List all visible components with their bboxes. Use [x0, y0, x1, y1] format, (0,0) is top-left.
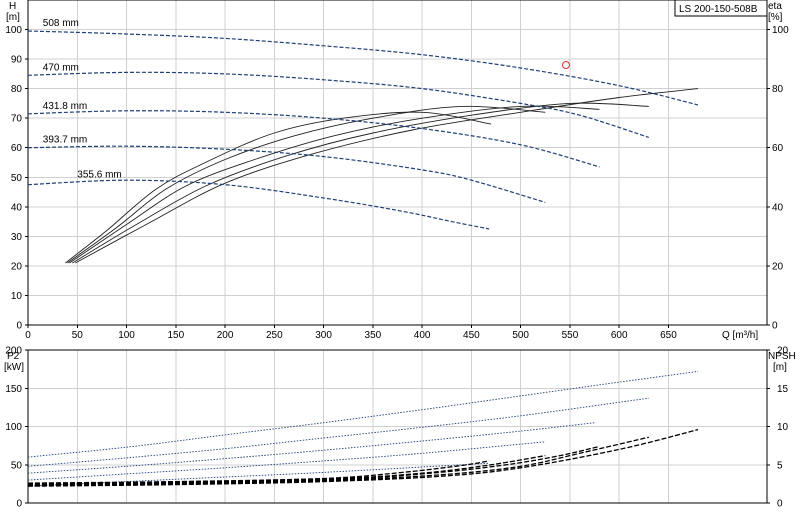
eta-tick-label: 0: [772, 321, 778, 332]
npsh-tick-label: 5: [777, 460, 783, 471]
head-tick-label: 70: [11, 114, 23, 125]
eta-axis-label-1: eta: [768, 1, 782, 12]
impeller-diameter-label: 431.8 mm: [43, 101, 87, 112]
head-tick-label: 60: [11, 143, 23, 154]
npsh-curve: [27, 454, 546, 485]
efficiency-curve: [67, 105, 546, 264]
impeller-diameter-label: 355.6 mm: [77, 170, 121, 181]
x-tick-label: 150: [167, 330, 184, 341]
eta-tick-label: 40: [772, 202, 784, 213]
head-curve: [27, 110, 600, 168]
power-axis-label-2: [kW]: [4, 362, 24, 373]
x-tick-label: 350: [365, 330, 382, 341]
x-tick-label: 100: [118, 330, 135, 341]
pump-curve-figure: 0 50 100 150 200 250 300 350 400 450 500 550 600 6500…: [4, 0, 796, 510]
power-curve: [27, 370, 699, 458]
x-tick-label: 50: [72, 330, 84, 341]
chart-title: LS 200-150-508B: [679, 4, 758, 15]
x-tick-label: 400: [414, 330, 431, 341]
npsh-tick-label: 15: [777, 384, 789, 395]
head-efficiency-panel: 0 50 100 150 200 250 300 350 400 450 500 550 600 6500…: [5, 0, 789, 341]
power-tick-label: 100: [5, 422, 22, 433]
head-curves: 508 mm 470 mm 431.8 mm 393.7 mm 355.6 mm: [27, 18, 699, 264]
npsh-curve: [27, 428, 699, 487]
x-tick-label: 250: [266, 330, 283, 341]
npsh-axis-label-2: [m]: [773, 362, 787, 373]
npsh-axis-label-1: NPSH: [768, 351, 796, 362]
efficiency-curve: [72, 102, 649, 264]
x-tick-label: 0: [25, 330, 31, 341]
head-tick-label: 40: [11, 202, 23, 213]
efficiency-curve: [65, 111, 492, 264]
eta-tick-label: 80: [772, 84, 784, 95]
head-tick-label: 0: [16, 321, 22, 332]
power-tick-label: 50: [11, 460, 23, 471]
impeller-diameter-label: 508 mm: [43, 18, 79, 29]
npsh-curve: [27, 445, 600, 486]
power-tick-label: 150: [5, 384, 22, 395]
eta-tick-label: 60: [772, 143, 784, 154]
impeller-diameter-label: 393.7 mm: [43, 135, 87, 146]
efficiency-curve: [69, 105, 600, 264]
head-ticks: 0 50 100 150 200 250 300 350 400 450 500 550 600 6500…: [5, 25, 789, 341]
head-tick-label: 80: [11, 84, 23, 95]
head-tick-label: 90: [11, 55, 23, 66]
x-tick-label: 300: [315, 330, 332, 341]
flow-axis-label: Q [m³/h]: [722, 330, 758, 341]
eta-tick-label: 100: [772, 25, 789, 36]
power-npsh-panel: 05010015020005101520 P2 [kW] NPSH [m]: [4, 346, 796, 510]
x-tick-label: 650: [660, 330, 677, 341]
head-tick-label: 10: [11, 291, 23, 302]
power-grid: [27, 349, 767, 503]
x-tick-label: 600: [611, 330, 628, 341]
x-tick-label: 550: [562, 330, 579, 341]
head-tick-label: 30: [11, 232, 23, 243]
head-axis-label-2: [m]: [6, 12, 20, 23]
head-axis-label-1: H: [9, 1, 16, 12]
eta-axis-label-2: [%]: [768, 12, 783, 23]
power-axis-label-1: P2: [7, 351, 20, 362]
duty-point-marker: [561, 61, 570, 69]
head-curve: [27, 30, 699, 106]
head-tick-label: 100: [5, 25, 22, 36]
eta-tick-label: 20: [772, 261, 784, 272]
head-grid: [27, 0, 767, 325]
npsh-tick-label: 0: [777, 499, 783, 510]
x-tick-label: 500: [512, 330, 529, 341]
x-tick-label: 450: [463, 330, 480, 341]
npsh-tick-label: 10: [777, 422, 789, 433]
head-curve: [27, 179, 490, 230]
power-curve: [27, 422, 595, 474]
impeller-diameter-label: 470 mm: [43, 62, 79, 73]
x-tick-label: 200: [217, 330, 234, 341]
head-plot-frame: [27, 0, 768, 326]
head-tick-label: 20: [11, 261, 23, 272]
head-tick-label: 50: [11, 173, 23, 184]
power-tick-label: 0: [16, 499, 22, 510]
npsh-curve: [27, 460, 490, 484]
